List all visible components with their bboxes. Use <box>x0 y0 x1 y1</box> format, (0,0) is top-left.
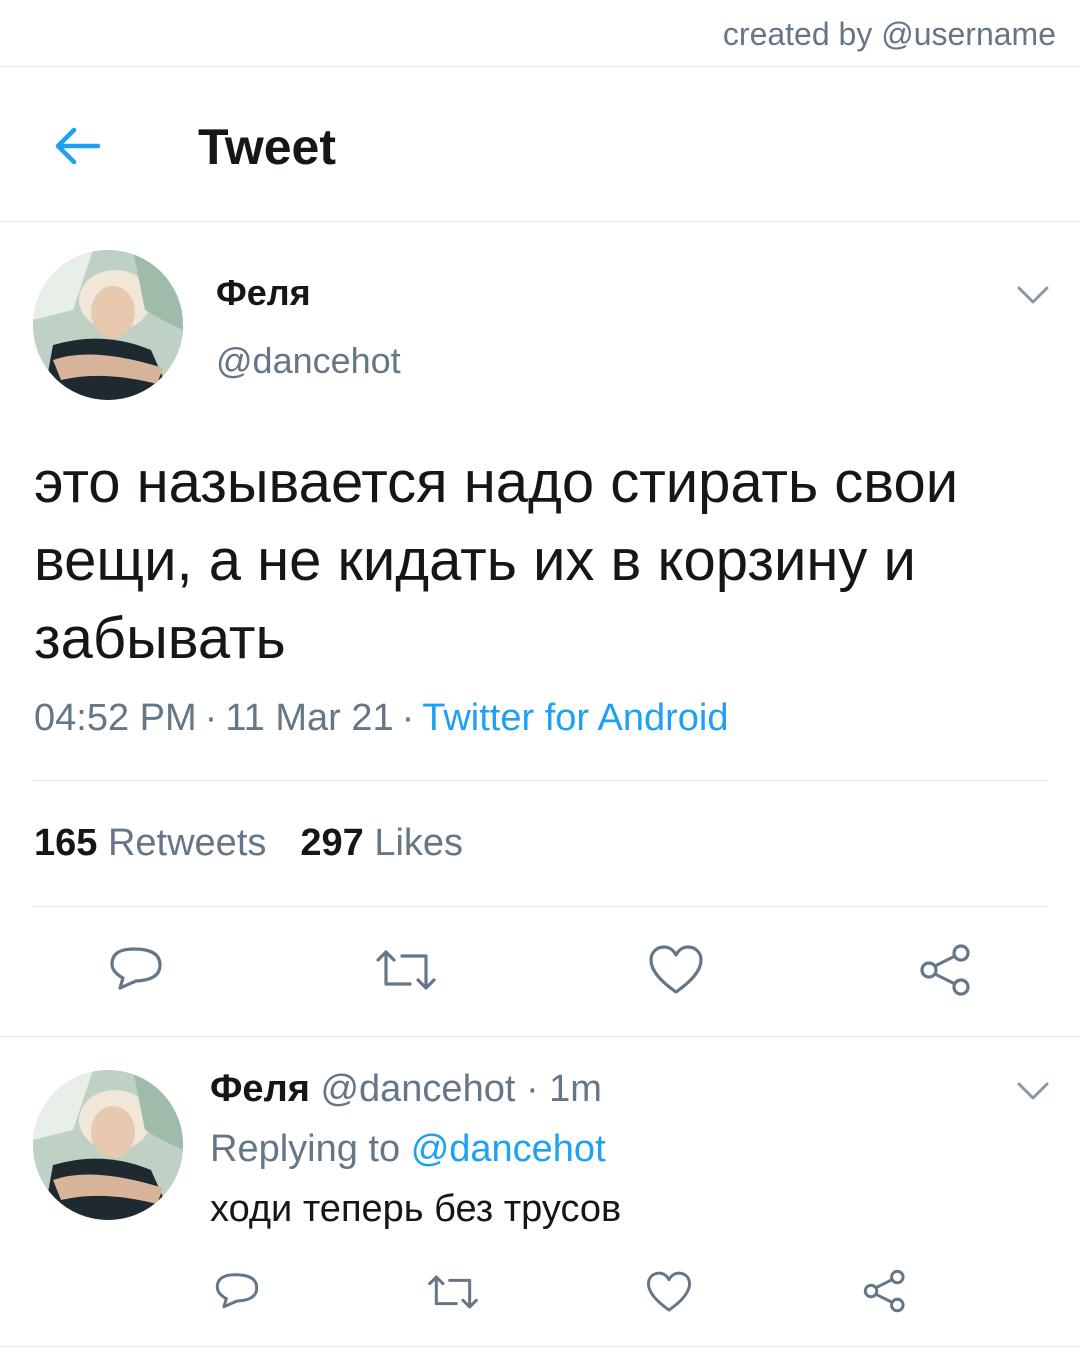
more-options-button[interactable] <box>1016 284 1050 306</box>
divider <box>0 221 1080 222</box>
reply-icon <box>110 947 162 990</box>
reply-display-name[interactable]: Феля <box>210 1068 310 1110</box>
reply-share-button[interactable] <box>862 1268 908 1314</box>
retweets-stat[interactable]: 165 Retweets <box>34 822 266 864</box>
reply-text: ходи теперь без трусов <box>210 1188 622 1230</box>
tweet-text: это называется надо стирать свои вещи, а… <box>34 450 959 671</box>
avatar[interactable] <box>33 250 183 400</box>
retweets-label: Retweets <box>107 822 267 864</box>
reply-age: 1m <box>549 1068 602 1110</box>
share-button[interactable] <box>918 942 974 998</box>
avatar-photo <box>33 250 183 400</box>
display-name[interactable]: Феля <box>216 272 311 314</box>
reply-like-button[interactable] <box>646 1270 692 1314</box>
replying-to: Replying to @dancehot <box>210 1128 606 1171</box>
tweet-source-link[interactable]: Twitter for Android <box>422 697 728 739</box>
divider <box>0 66 1080 67</box>
separator: · <box>401 697 415 739</box>
reply-icon <box>215 1273 259 1309</box>
reply-reply-button[interactable] <box>214 1270 260 1314</box>
retweet-button[interactable] <box>374 946 438 994</box>
retweet-icon <box>428 1275 478 1309</box>
tweet-meta: 04:52 PM · 11 Mar 21 · Twitter for Android <box>34 697 729 740</box>
chevron-down-icon <box>1017 1082 1049 1100</box>
back-arrow-icon <box>55 127 101 165</box>
separator: · <box>525 1068 539 1110</box>
divider <box>0 1346 1080 1347</box>
tweet-stats: 165 Retweets 297 Likes <box>34 822 497 865</box>
divider <box>33 906 1047 907</box>
share-icon <box>863 1269 905 1313</box>
likes-stat[interactable]: 297 Likes <box>300 822 463 864</box>
chevron-down-icon <box>1017 286 1049 304</box>
user-handle[interactable]: @dancehot <box>216 340 401 382</box>
reply-retweet-button[interactable] <box>426 1272 480 1312</box>
separator: · <box>204 697 218 739</box>
like-icon <box>649 945 703 994</box>
back-button[interactable] <box>50 122 106 170</box>
like-button[interactable] <box>648 944 704 996</box>
page-title: Tweet <box>198 119 336 175</box>
reply-more-options-button[interactable] <box>1016 1080 1050 1102</box>
retweets-count: 165 <box>34 822 98 864</box>
share-icon <box>920 944 970 996</box>
likes-count: 297 <box>300 822 364 864</box>
tweet-time: 04:52 PM <box>34 697 197 739</box>
avatar-photo <box>33 1070 183 1220</box>
watermark: created by @username <box>722 16 1056 52</box>
avatar[interactable] <box>33 1070 183 1220</box>
reply-button[interactable] <box>108 944 164 996</box>
retweet-icon <box>376 950 436 990</box>
tweet-date: 11 Mar 21 <box>225 697 394 739</box>
replying-to-label: Replying to <box>210 1128 401 1170</box>
divider <box>33 780 1047 781</box>
like-icon <box>646 1271 692 1312</box>
divider <box>0 1036 1080 1037</box>
likes-label: Likes <box>374 822 464 864</box>
replying-to-mention[interactable]: @dancehot <box>411 1128 606 1170</box>
reply-header: Феля @dancehot · 1m <box>210 1068 602 1111</box>
reply-user-handle[interactable]: @dancehot <box>320 1068 515 1110</box>
